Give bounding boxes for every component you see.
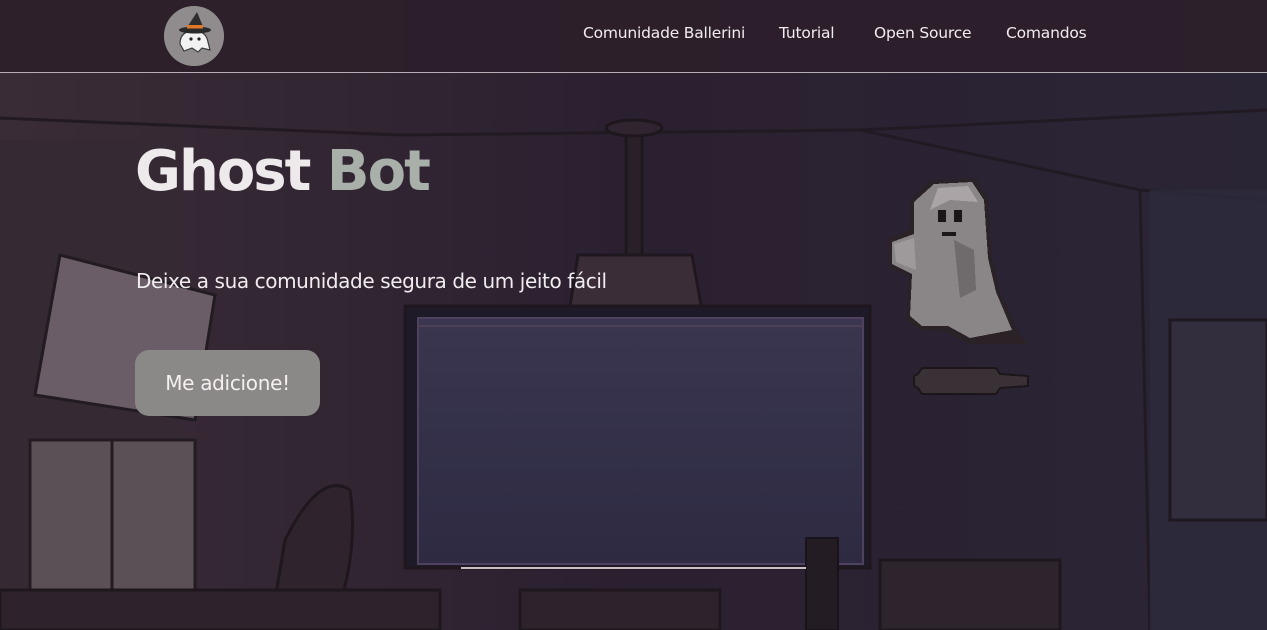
scroll-indicator-line	[461, 567, 806, 569]
nav-link-comandos[interactable]: Comandos	[1006, 24, 1087, 42]
hero-title-word-ghost: Ghost	[135, 139, 311, 204]
hero-title: Ghost Bot	[135, 136, 431, 208]
hero-title-word-bot: Bot	[326, 139, 431, 204]
pixel-ghost-icon	[880, 170, 1036, 400]
nav-link-tutorial[interactable]: Tutorial	[779, 24, 835, 42]
nav-links: Comunidade Ballerini Tutorial Open Sourc…	[0, 24, 1267, 48]
nav-link-comunidade-ballerini[interactable]: Comunidade Ballerini	[583, 24, 745, 42]
background-room-illustration	[0, 0, 1267, 630]
add-bot-button[interactable]: Me adicione!	[135, 350, 320, 416]
nav-link-open-source[interactable]: Open Source	[874, 24, 972, 42]
hero-subtitle: Deixe a sua comunidade segura de um jeit…	[136, 269, 607, 293]
navbar: Comunidade Ballerini Tutorial Open Sourc…	[0, 0, 1267, 73]
